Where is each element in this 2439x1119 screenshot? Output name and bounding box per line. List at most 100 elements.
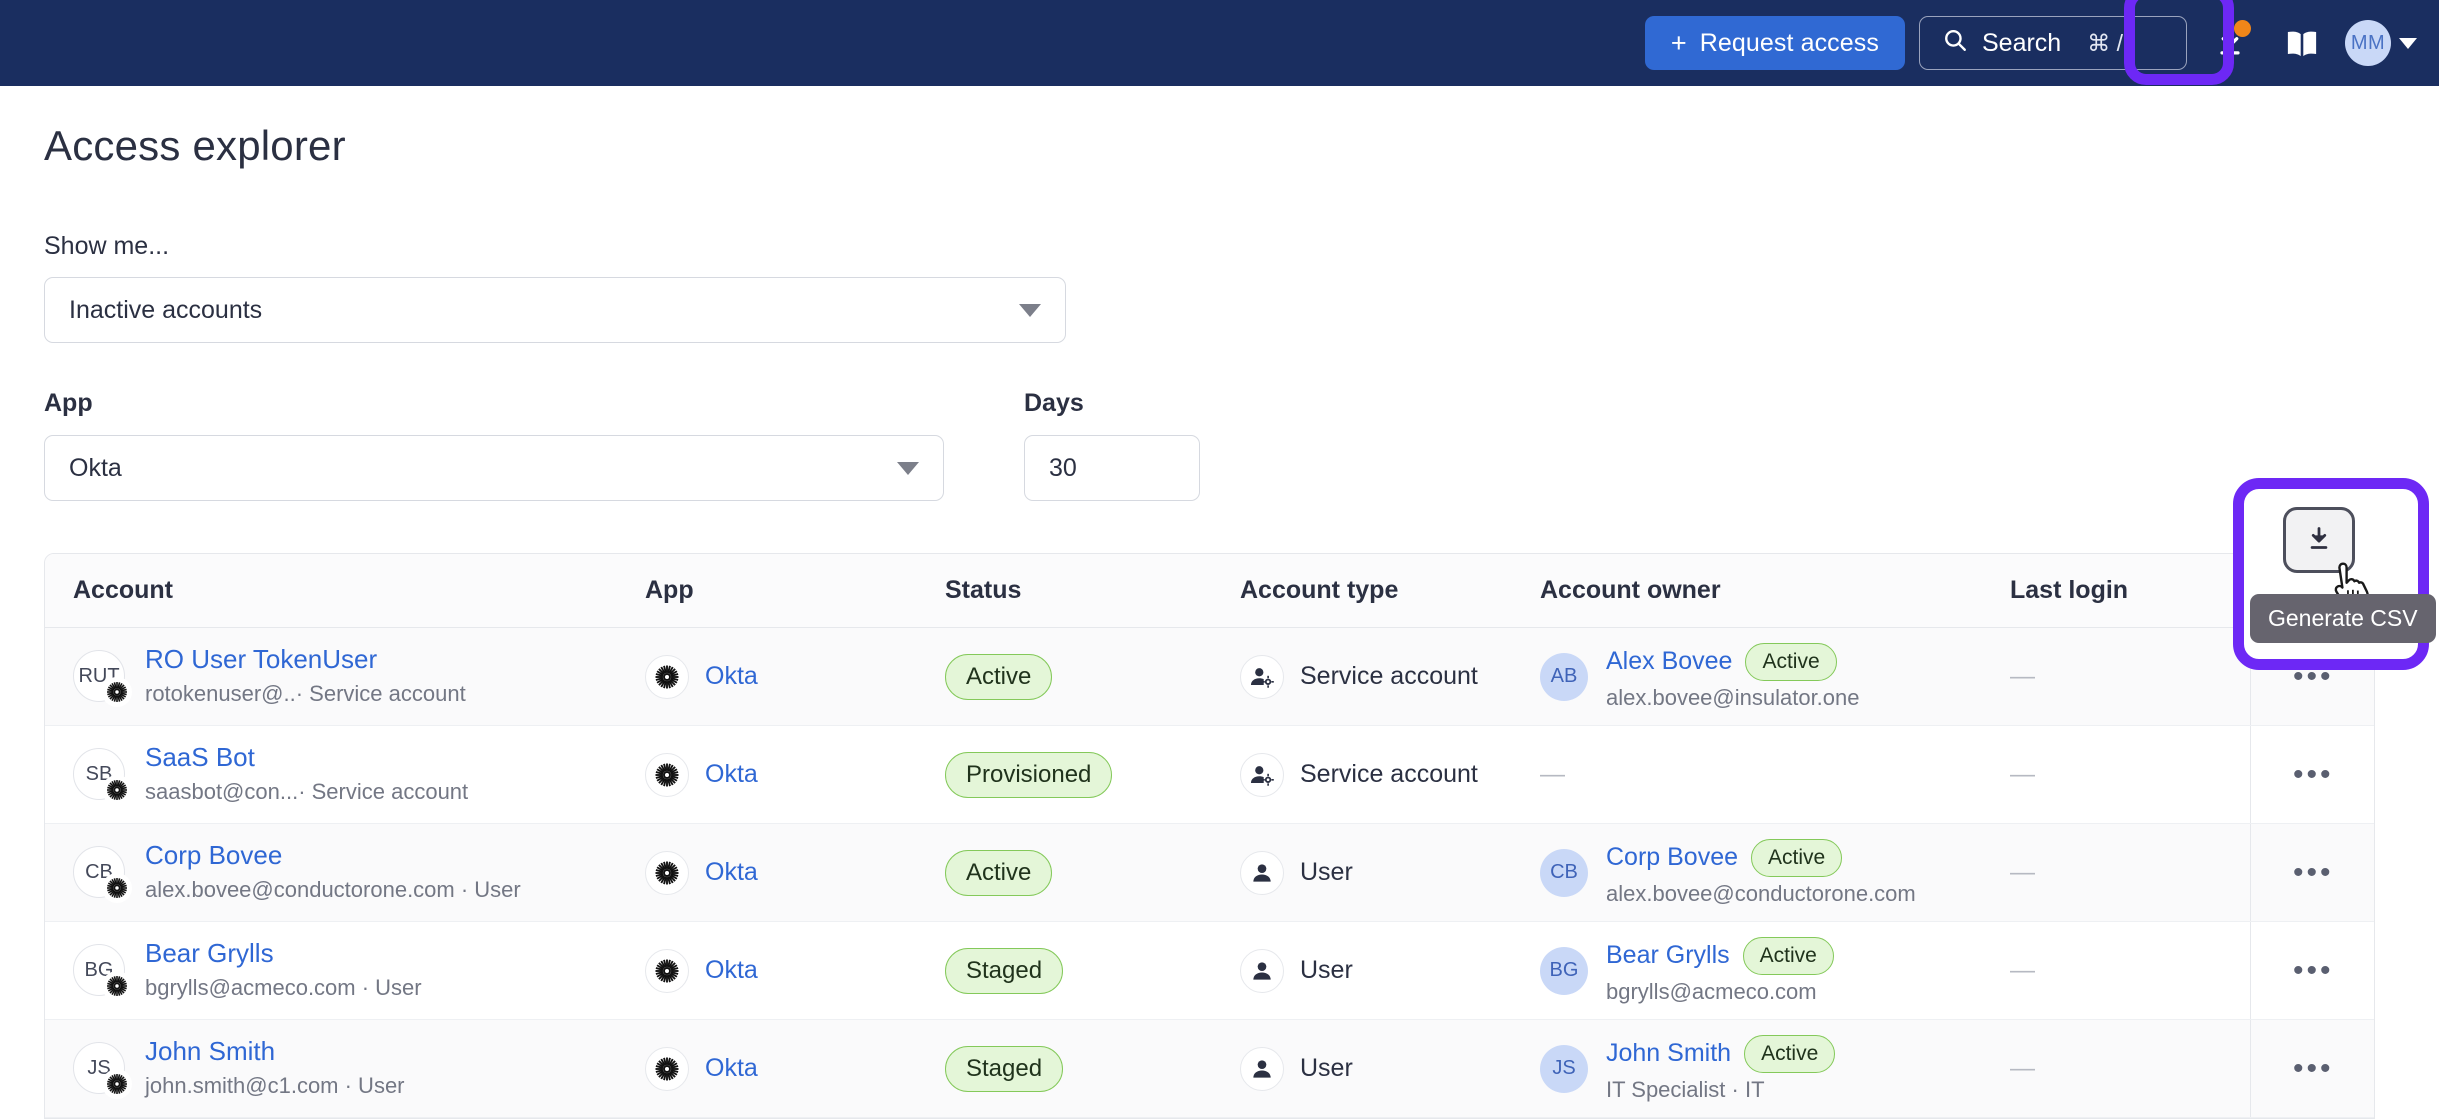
chevron-down-icon[interactable] (2399, 38, 2417, 49)
cell-actions: ••• (2250, 824, 2375, 922)
account-name-link[interactable]: Corp Bovee (145, 841, 521, 871)
row-menu-button[interactable]: ••• (2293, 1052, 2334, 1085)
owner-name-link[interactable]: John Smith (1606, 1039, 1731, 1068)
okta-icon (645, 753, 689, 797)
owner-name-link[interactable]: Alex Bovee (1606, 647, 1732, 676)
account-subtext: alex.bovee@conductorone.com · User (145, 876, 521, 904)
last-login-value: — (2010, 956, 2035, 984)
okta-icon (645, 949, 689, 993)
account-avatar: RUT (73, 650, 125, 702)
page-title: Access explorer (44, 122, 2439, 170)
account-avatar: SB (73, 748, 125, 800)
cell-status: Active (945, 824, 1240, 922)
app-link[interactable]: Okta (705, 760, 758, 789)
accounts-table: Account App Status Account type Account … (44, 553, 2375, 1119)
request-access-button[interactable]: + Request access (1645, 16, 1905, 70)
cell-actions: ••• (2250, 1020, 2375, 1118)
cell-account: SB SaaS Bot saasbot@con...· Service acco… (45, 726, 645, 824)
cell-account-type: Service account (1240, 628, 1540, 726)
search-input[interactable]: Search ⌘ / (1919, 16, 2187, 70)
app-field: App Okta (44, 389, 944, 501)
column-header-last-login: Last login (2010, 554, 2250, 628)
app-link[interactable]: Okta (705, 858, 758, 887)
last-login-value: — (2010, 662, 2035, 690)
show-me-value: Inactive accounts (69, 296, 262, 325)
cell-actions: ••• (2250, 726, 2375, 824)
account-subtext: bgrylls@acmeco.com · User (145, 974, 422, 1002)
owner-empty: — (1540, 760, 1565, 788)
cell-status: Active (945, 628, 1240, 726)
app-link[interactable]: Okta (705, 1054, 758, 1083)
column-header-app: App (645, 554, 945, 628)
account-name-link[interactable]: SaaS Bot (145, 743, 468, 773)
status-badge: Active (945, 850, 1052, 896)
account-type-label: Service account (1300, 760, 1478, 789)
app-link[interactable]: Okta (705, 956, 758, 985)
account-name-link[interactable]: John Smith (145, 1037, 405, 1067)
cell-account-type: User (1240, 824, 1540, 922)
last-login-value: — (2010, 1054, 2035, 1082)
status-badge: Staged (945, 948, 1063, 994)
cell-app: Okta (645, 1020, 945, 1118)
owner-avatar: CB (1540, 849, 1588, 897)
owner-name-link[interactable]: Corp Bovee (1606, 843, 1738, 872)
table-row[interactable]: RUT RO User TokenUser rotokenuser@..· Se… (45, 628, 2375, 726)
days-field: Days (1024, 389, 1200, 501)
okta-icon (645, 851, 689, 895)
table-row[interactable]: SB SaaS Bot saasbot@con...· Service acco… (45, 726, 2375, 824)
row-menu-button[interactable]: ••• (2293, 856, 2334, 889)
app-link[interactable]: Okta (705, 662, 758, 691)
table-header-row: Account App Status Account type Account … (45, 554, 2375, 628)
docs-book-button[interactable] (2273, 14, 2331, 72)
okta-icon (645, 655, 689, 699)
row-menu-button[interactable]: ••• (2293, 954, 2334, 987)
row-menu-button[interactable]: ••• (2293, 758, 2334, 791)
cell-account-owner: BG Bear Grylls Active bgrylls@acmeco.com (1540, 922, 2010, 1020)
column-header-account-type: Account type (1240, 554, 1540, 628)
user-icon (1240, 949, 1284, 993)
owner-name-link[interactable]: Bear Grylls (1606, 941, 1730, 970)
owner-status-badge: Active (1744, 1035, 1835, 1073)
app-select[interactable]: Okta (44, 435, 944, 501)
cell-app: Okta (645, 628, 945, 726)
user-menu[interactable]: MM (2345, 20, 2417, 66)
show-me-select[interactable]: Inactive accounts (44, 277, 1066, 343)
cell-last-login: — (2010, 726, 2250, 824)
chevron-down-icon (897, 462, 919, 475)
show-me-field: Show me... Inactive accounts (44, 232, 1066, 343)
download-button[interactable] (2201, 14, 2259, 72)
download-notification-dot (2234, 20, 2251, 37)
cell-account-owner: JS John Smith Active IT Specialist · IT (1540, 1020, 2010, 1118)
okta-badge-icon (102, 1069, 132, 1099)
cell-account-owner: CB Corp Bovee Active alex.bovee@conducto… (1540, 824, 2010, 922)
plus-icon: + (1671, 30, 1687, 57)
last-login-value: — (2010, 760, 2035, 788)
cell-account-owner: AB Alex Bovee Active alex.bovee@insulato… (1540, 628, 2010, 726)
days-label: Days (1024, 389, 1200, 418)
table-row[interactable]: JS John Smith john.smith@c1.com · User O… (45, 1020, 2375, 1118)
okta-badge-icon (102, 775, 132, 805)
days-input[interactable] (1024, 435, 1200, 501)
account-type-label: User (1300, 956, 1353, 985)
cell-account-type: User (1240, 922, 1540, 1020)
cell-app: Okta (645, 824, 945, 922)
cell-account: BG Bear Grylls bgrylls@acmeco.com · User (45, 922, 645, 1020)
account-name-link[interactable]: RO User TokenUser (145, 645, 466, 675)
account-avatar: JS (73, 1042, 125, 1094)
top-navigation-bar: + Request access Search ⌘ / (0, 0, 2439, 86)
annotation-highlight-generate-csv: Generate CSV (2233, 478, 2429, 670)
account-name-link[interactable]: Bear Grylls (145, 939, 422, 969)
app-label: App (44, 389, 944, 418)
owner-avatar: AB (1540, 653, 1588, 701)
table-body: RUT RO User TokenUser rotokenuser@..· Se… (45, 628, 2375, 1118)
account-subtext: saasbot@con...· Service account (145, 778, 468, 806)
table-row[interactable]: CB Corp Bovee alex.bovee@conductorone.co… (45, 824, 2375, 922)
okta-badge-icon (102, 873, 132, 903)
page-content: Access explorer Show me... Inactive acco… (0, 86, 2439, 170)
table-row[interactable]: BG Bear Grylls bgrylls@acmeco.com · User… (45, 922, 2375, 1020)
owner-subtext: IT Specialist · IT (1606, 1077, 1835, 1103)
search-icon (1942, 27, 1968, 60)
cell-last-login: — (2010, 628, 2250, 726)
search-shortcut-hint: ⌘ / (2087, 30, 2123, 57)
avatar[interactable]: MM (2345, 20, 2391, 66)
